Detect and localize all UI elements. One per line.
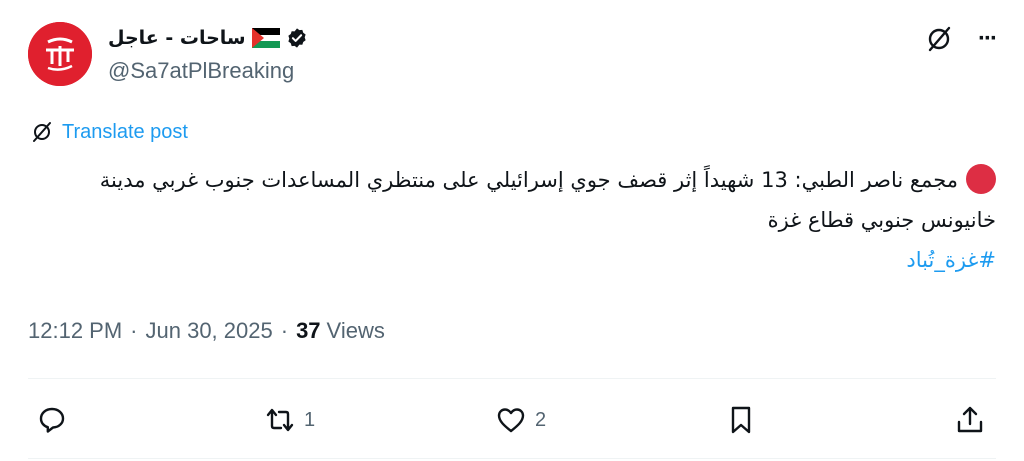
author-handle[interactable]: @Sa7atPlBreaking [108,58,294,84]
meta-separator: · [130,318,138,343]
post-text-line-2: خانيونس جنوبي قطاع غزة [767,208,996,232]
sa7at-logo-icon [28,22,92,86]
bookmark-button[interactable] [725,398,757,442]
like-count: 2 [535,408,547,431]
retweet-icon [266,408,294,432]
meta-separator-2: · [280,318,289,343]
retweet-count: 1 [304,408,316,431]
views-count[interactable]: 37 [296,318,320,344]
divider-bottom [28,458,996,459]
post-time[interactable]: 12:12 PM [28,318,122,344]
views-label[interactable]: Views [327,318,385,344]
author-avatar[interactable] [28,22,92,86]
translate-post-label[interactable]: Translate post [62,121,188,144]
hashtag-line: #غزة_تُباد [28,240,996,280]
top-actions: ··· [924,24,998,54]
post-text-line-1: مجمع ناصر الطبي: 13 شهيداً إثر قصف جوي إ… [99,168,958,192]
more-icon: ··· [978,25,998,52]
retweet-button[interactable]: 1 [264,398,315,442]
divider-top [28,378,996,379]
grok-icon [928,26,951,52]
bookmark-icon [731,406,751,434]
author-display-name[interactable]: ساحات - عاجل [108,27,246,49]
like-button[interactable]: 2 [495,398,546,442]
translate-post-link[interactable]: Translate post [30,120,188,144]
post-meta: 12:12 PM · Jun 30, 2025 · 37 Views [28,318,385,344]
grok-button[interactable] [924,24,954,54]
more-button[interactable]: ··· [978,25,998,53]
reply-icon [39,407,65,433]
share-button[interactable] [954,398,986,442]
post-text: مجمع ناصر الطبي: 13 شهيداً إثر قصف جوي إ… [28,160,996,280]
hashtag-link[interactable]: #غزة_تُباد [906,240,996,280]
share-icon [957,406,983,433]
verified-badge-icon [288,28,306,48]
author-name-row[interactable]: ساحات - عاجل [108,24,308,52]
post-date[interactable]: Jun 30, 2025 [146,318,273,344]
heart-icon [497,408,525,433]
post-line-1: مجمع ناصر الطبي: 13 شهيداً إثر قصف جوي إ… [28,160,996,200]
tweet-card: ساحات - عاجل @Sa7atPlBreaking ··· Transl… [0,0,1024,461]
palestine-flag-icon [251,28,280,48]
red-circle-icon [966,164,996,194]
action-bar: 1 2 [28,398,996,442]
grok-translate-icon [33,122,51,142]
reply-button[interactable] [36,398,68,442]
